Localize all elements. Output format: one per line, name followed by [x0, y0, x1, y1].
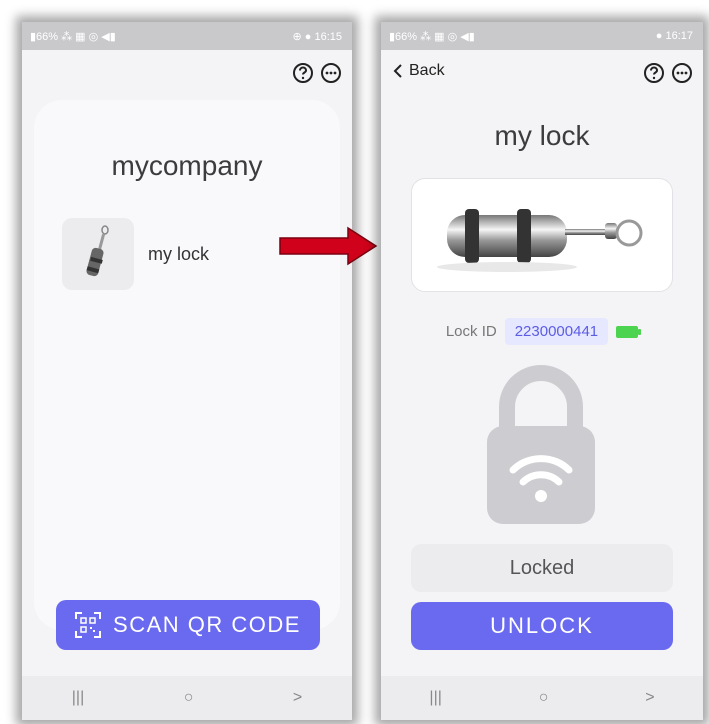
nav-recent-button[interactable]: ||| [72, 689, 84, 707]
status-left: ▮66% ⁂ ▦ ◎ ◀▮ [389, 31, 475, 43]
phone-screen-left: ▮66% ⁂ ▦ ◎ ◀▮ ⊕ ● 16:15 mycompany my loc… [22, 22, 352, 720]
lock-status: Locked [411, 544, 673, 592]
status-right: ⊕ ● 16:15 [292, 31, 343, 43]
nav-home-button[interactable]: ○ [184, 689, 194, 707]
nav-back-button[interactable]: > [293, 689, 302, 707]
lock-device-image [437, 209, 643, 272]
scan-qr-label: SCAN QR CODE [113, 612, 301, 637]
lock-title: my lock [494, 120, 590, 151]
back-button[interactable]: Back [393, 62, 445, 80]
nav-back-button[interactable]: > [645, 689, 654, 707]
transition-arrow-icon [279, 226, 378, 266]
lock-image-card [411, 178, 673, 292]
lock-id-value: 2230000441 [504, 318, 609, 345]
more-icon[interactable] [671, 62, 693, 84]
status-left: ▮66% ⁂ ▦ ◎ ◀▮ [30, 31, 116, 43]
lock-item-label: my lock [148, 243, 210, 264]
status-right: ● 16:17 [655, 30, 693, 42]
lock-thumbnail [62, 218, 134, 290]
qr-code-icon [75, 612, 102, 638]
status-bar: ▮66% ⁂ ▦ ◎ ◀▮ ⊕ ● 16:15 [22, 22, 352, 50]
help-icon[interactable] [292, 62, 314, 84]
phone-screen-right: ▮66% ⁂ ▦ ◎ ◀▮ ● 16:17 Back my lock Lock … [381, 22, 703, 720]
more-icon[interactable] [320, 62, 342, 84]
nav-recent-button[interactable]: ||| [429, 689, 441, 707]
top-bar [22, 50, 352, 98]
battery-icon [616, 325, 642, 338]
top-bar: Back [381, 50, 703, 98]
lock-id-label: Lock ID [445, 323, 497, 340]
status-bar: ▮66% ⁂ ▦ ◎ ◀▮ ● 16:17 [381, 22, 703, 50]
android-navbar: ||| ○ > [381, 676, 703, 720]
company-title: mycompany [111, 150, 263, 181]
android-navbar: ||| ○ > [22, 676, 352, 720]
unlock-button[interactable]: UNLOCK [411, 602, 673, 650]
padlock-wifi-icon [487, 365, 595, 524]
scan-qr-button[interactable]: SCAN QR CODE [56, 600, 320, 650]
lock-device-icon [86, 225, 109, 277]
nav-home-button[interactable]: ○ [539, 689, 549, 707]
lock-id-row: Lock ID 2230000441 [381, 318, 703, 345]
chevron-left-icon [393, 64, 402, 78]
help-icon[interactable] [643, 62, 665, 84]
back-label: Back [409, 62, 445, 79]
